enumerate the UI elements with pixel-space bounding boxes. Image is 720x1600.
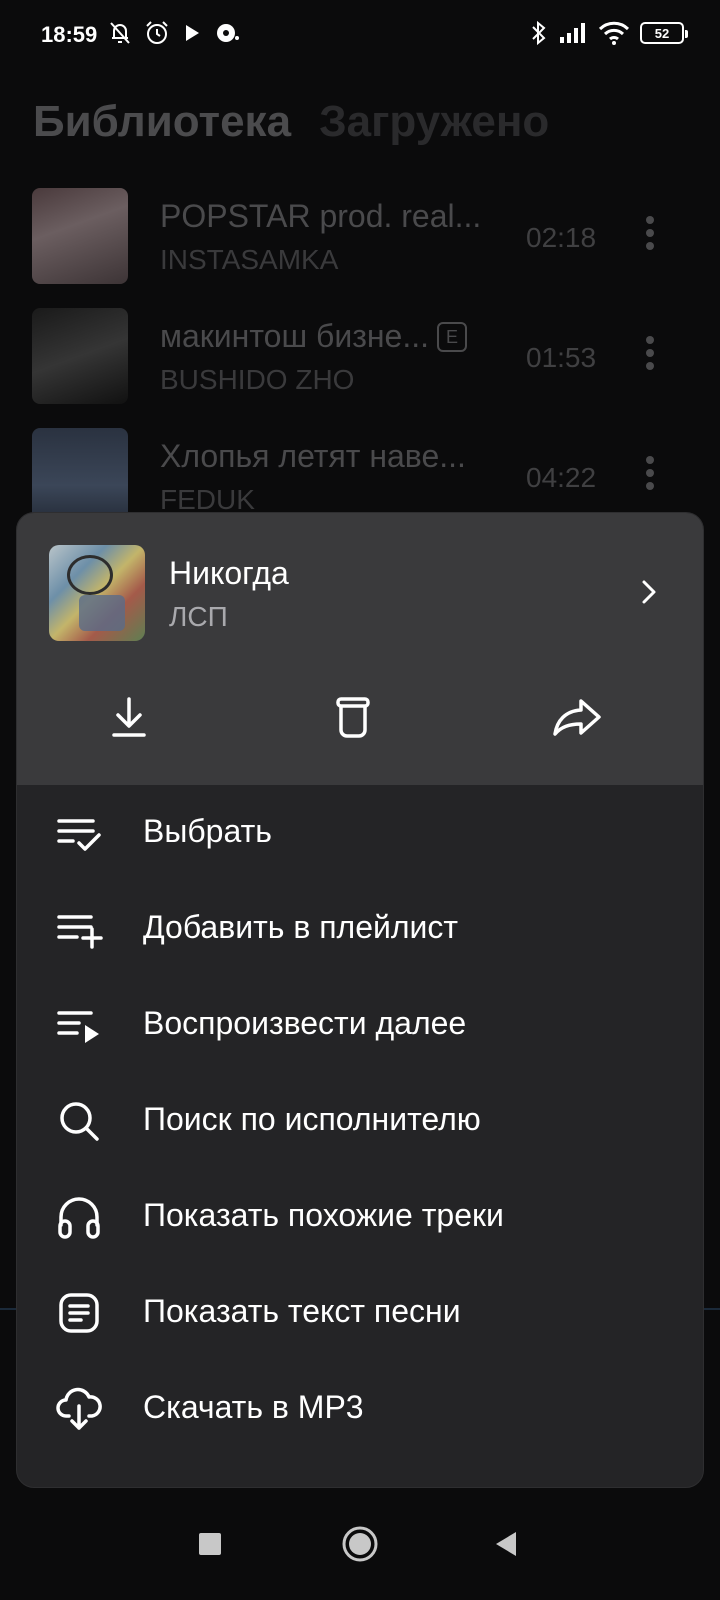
play-icon — [186, 25, 199, 41]
track-row[interactable]: макинтош бизне... E BUSHIDO ZHO 01:53 — [32, 308, 688, 404]
menu-item-add-to-playlist[interactable]: Добавить в плейлист — [17, 881, 703, 977]
share-icon — [553, 699, 601, 736]
track-title-text: макинтош бизне... — [160, 318, 430, 354]
explicit-badge: E — [437, 322, 468, 352]
album-cover — [49, 545, 145, 641]
alarm-icon — [146, 21, 168, 44]
play-next-icon — [53, 1001, 105, 1049]
battery-icon: 52 — [640, 22, 688, 44]
track-artist: INSTASAMKA — [160, 244, 339, 275]
track-cover — [32, 308, 128, 404]
menu-item-lyrics[interactable]: Показать текст песни — [17, 1265, 703, 1361]
headphones-icon — [53, 1193, 105, 1241]
search-icon — [53, 1097, 105, 1145]
wifi-icon — [598, 21, 630, 45]
square-icon — [199, 1533, 221, 1555]
triangle-back-icon — [496, 1532, 516, 1556]
menu-label: Показать похожие треки — [143, 1197, 504, 1233]
track-duration: 04:22 — [526, 462, 597, 493]
track-title: макинтош бизне... E — [160, 318, 468, 355]
track-cover — [32, 428, 128, 524]
menu-item-select[interactable]: Выбрать — [17, 785, 703, 881]
menu-label: Поиск по исполнителю — [143, 1101, 481, 1137]
circle-icon — [342, 1526, 378, 1562]
track-row[interactable]: POPSTAR prod. real... INSTASAMKA 02:18 — [32, 188, 688, 284]
divider — [704, 1308, 720, 1310]
track-title: Хлопья летят наве... — [160, 438, 466, 474]
recents-button[interactable] — [190, 1524, 230, 1564]
menu-item-similar-tracks[interactable]: Показать похожие треки — [17, 1169, 703, 1265]
track-duration: 01:53 — [526, 342, 597, 373]
more-vertical-icon[interactable] — [640, 456, 660, 496]
share-button[interactable] — [549, 689, 605, 745]
screen: 18:59 52 Библиотека Загружено POPSTAR pr… — [0, 0, 720, 1600]
library-tabs: Библиотека Загружено — [33, 97, 549, 147]
options-menu: Выбрать Добавить в плейлист Воспроизвест… — [17, 785, 703, 1457]
menu-label: Воспроизвести далее — [143, 1005, 467, 1041]
track-cover — [32, 188, 128, 284]
more-vertical-icon[interactable] — [640, 336, 660, 376]
sheet-header: Никогда ЛСП — [17, 513, 703, 785]
cloud-download-icon — [53, 1385, 105, 1433]
track-options-sheet: Никогда ЛСП Выбрать Добавить в плейлист … — [16, 512, 704, 1488]
status-bar: 18:59 52 — [0, 0, 720, 72]
status-left-icons — [108, 20, 240, 46]
trash-icon — [336, 697, 370, 738]
select-list-icon — [53, 809, 105, 857]
sheet-track-artist[interactable]: ЛСП — [169, 601, 228, 633]
divider — [0, 1308, 16, 1310]
sheet-track-title[interactable]: Никогда — [169, 555, 289, 592]
track-title: POPSTAR prod. real... — [160, 198, 482, 234]
battery-level: 52 — [654, 25, 670, 41]
download-icon — [112, 697, 146, 737]
more-vertical-icon[interactable] — [640, 216, 660, 256]
track-duration: 02:18 — [526, 222, 597, 253]
tab-downloaded[interactable]: Загружено — [319, 97, 549, 147]
tab-library[interactable]: Библиотека — [33, 97, 291, 147]
record-icon — [217, 24, 239, 42]
playlist-add-icon — [53, 905, 105, 953]
lyrics-icon — [53, 1289, 105, 1337]
signal-icon — [560, 23, 585, 43]
bell-off-icon — [110, 22, 130, 44]
menu-label: Показать текст песни — [143, 1293, 461, 1329]
delete-button[interactable] — [325, 689, 381, 745]
download-button[interactable] — [101, 689, 157, 745]
menu-item-play-next[interactable]: Воспроизвести далее — [17, 977, 703, 1073]
chevron-right-icon[interactable] — [637, 577, 661, 607]
track-row[interactable]: Хлопья летят наве... FEDUK 04:22 — [32, 428, 688, 524]
bluetooth-icon — [532, 20, 546, 46]
back-button[interactable] — [486, 1524, 526, 1564]
home-button[interactable] — [340, 1524, 380, 1564]
menu-label: Добавить в плейлист — [143, 909, 459, 945]
menu-label: Скачать в MP3 — [143, 1389, 364, 1425]
menu-item-search-artist[interactable]: Поиск по исполнителю — [17, 1073, 703, 1169]
menu-item-download-mp3[interactable]: Скачать в MP3 — [17, 1361, 703, 1457]
navigation-bar — [0, 1488, 720, 1600]
track-artist: BUSHIDO ZHO — [160, 364, 355, 395]
menu-label: Выбрать — [143, 813, 272, 849]
status-time: 18:59 — [41, 22, 98, 47]
status-right-icons: 52 — [530, 20, 688, 46]
